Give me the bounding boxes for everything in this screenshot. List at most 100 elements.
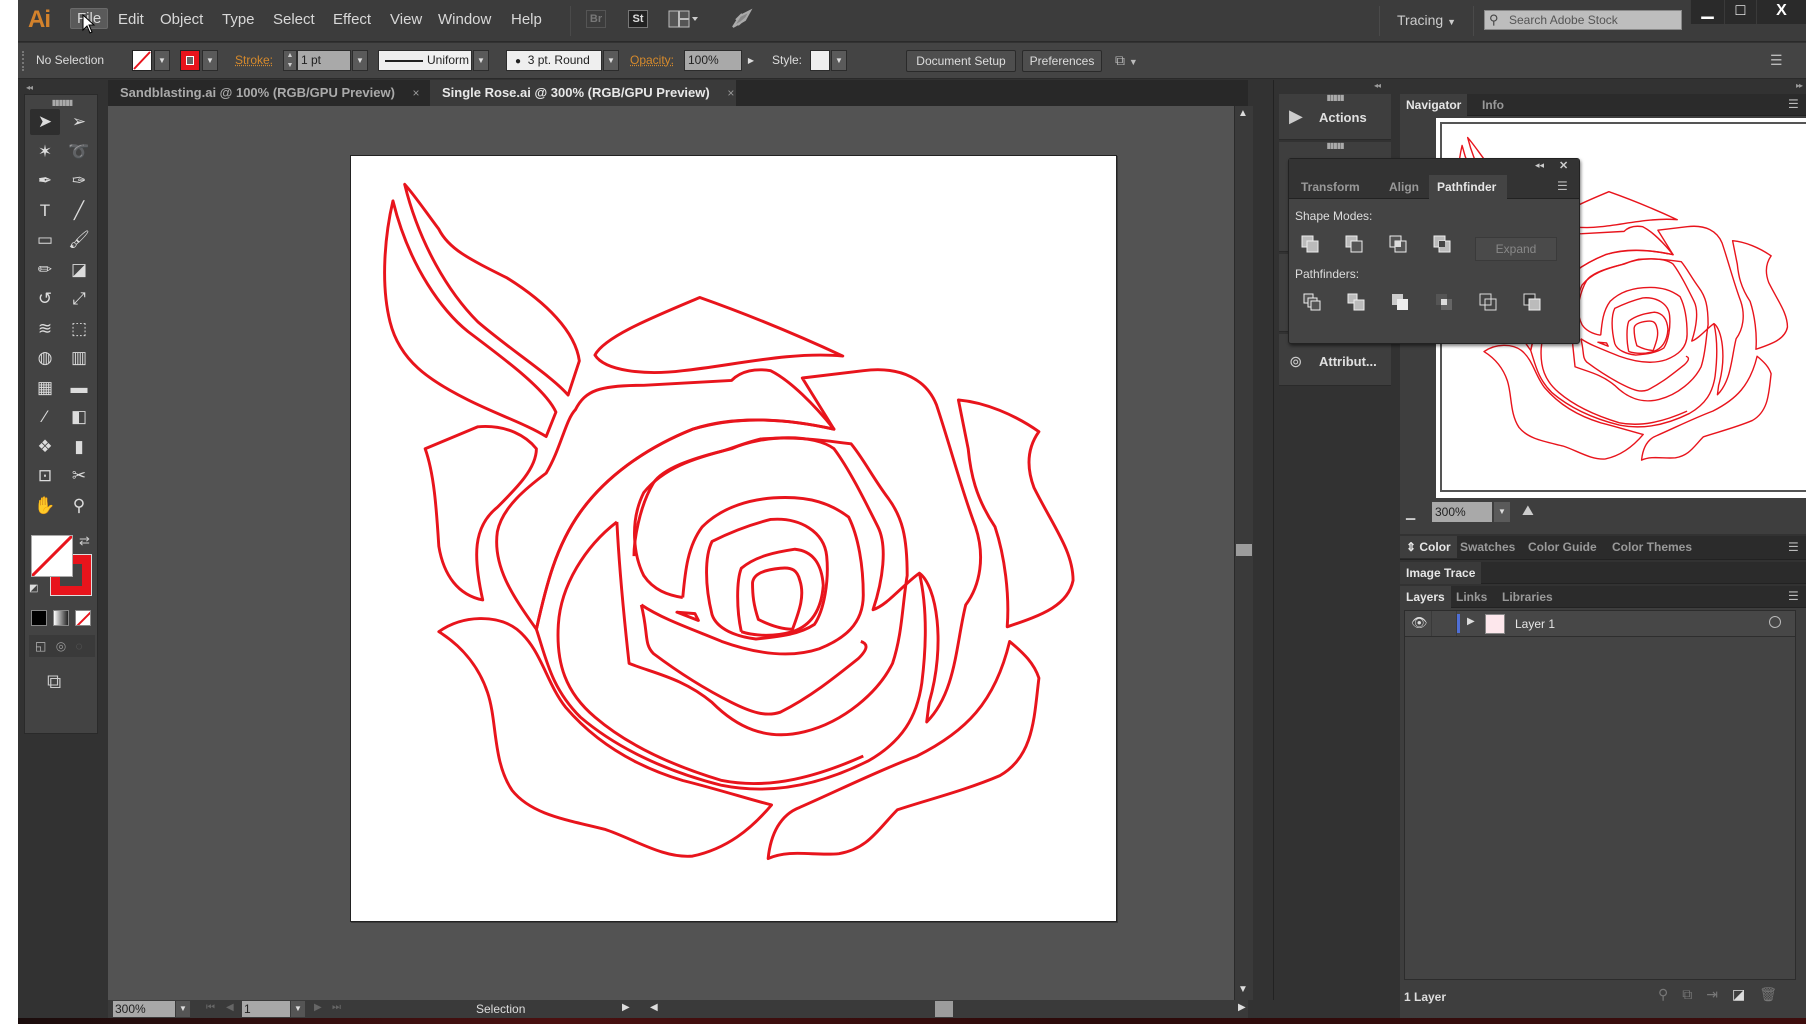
zoom-out-icon[interactable]: ▁ — [1406, 506, 1415, 520]
minus-front-button[interactable] — [1345, 235, 1363, 253]
vertical-scroll-thumb[interactable] — [1236, 544, 1252, 556]
gpu-performance-icon[interactable] — [730, 8, 754, 30]
target-circle-icon[interactable] — [1769, 616, 1781, 628]
panel-title-bar[interactable]: ◂◂ ✕ — [1289, 159, 1579, 175]
opacity-label[interactable]: Opacity: — [630, 53, 674, 67]
menu-edit[interactable]: Edit — [118, 11, 144, 28]
make-clipping-mask-icon[interactable]: ⧉ — [1682, 986, 1706, 1002]
menu-help[interactable]: Help — [511, 11, 542, 28]
expand-layer-icon[interactable]: ▶ — [1467, 616, 1475, 627]
menu-object[interactable]: Object — [160, 11, 203, 28]
first-artboard-icon[interactable]: ⏮ — [206, 1002, 215, 1013]
horizontal-scroll-thumb[interactable] — [935, 1001, 953, 1017]
free-transform-tool[interactable]: ⬚ — [64, 316, 94, 342]
previous-artboard-icon[interactable]: ◀ — [226, 1002, 234, 1013]
rose-artwork[interactable] — [351, 156, 1116, 921]
tab-navigator[interactable]: Navigator — [1400, 94, 1468, 116]
minus-back-button[interactable] — [1523, 293, 1541, 311]
shape-builder-tool[interactable]: ◍ — [30, 345, 60, 371]
scroll-up-arrow[interactable]: ▲ — [1238, 108, 1248, 119]
create-sublayer-icon[interactable]: ⇥ — [1706, 986, 1732, 1002]
stroke-weight-input[interactable]: 1 pt — [297, 50, 351, 71]
collapse-toolbar-icon[interactable]: ◂◂ — [26, 84, 33, 92]
artboard-tool[interactable]: ⊡ — [30, 463, 60, 489]
crop-button[interactable] — [1435, 293, 1453, 311]
close-window-button[interactable]: X — [1756, 0, 1806, 24]
scroll-down-arrow[interactable]: ▼ — [1238, 984, 1248, 995]
last-artboard-icon[interactable]: ⏭ — [332, 1002, 341, 1013]
scale-tool[interactable]: ⤢ — [64, 286, 94, 312]
none-button[interactable] — [75, 610, 91, 626]
layer-row[interactable]: 👁 ▶ Layer 1 — [1405, 611, 1795, 637]
tab-transform[interactable]: Transform — [1293, 175, 1368, 199]
perspective-grid-tool[interactable]: ▥ — [64, 345, 94, 371]
tab-pathfinder[interactable]: Pathfinder — [1429, 175, 1507, 199]
unite-button[interactable] — [1301, 235, 1319, 253]
visibility-eye-icon[interactable]: 👁 — [1411, 615, 1428, 631]
maximize-button[interactable]: □ — [1724, 0, 1756, 24]
symbol-sprayer-tool[interactable]: ❖ — [30, 434, 60, 460]
stroke-swatch[interactable] — [180, 50, 200, 71]
zoom-dropdown[interactable]: ▼ — [176, 1001, 190, 1017]
tab-swatches[interactable]: Swatches — [1454, 536, 1521, 558]
eyedropper-tool[interactable]: ⁄ — [30, 404, 60, 430]
brush-dropdown[interactable]: ▼ — [603, 50, 619, 71]
selection-tool[interactable]: ➤ — [30, 109, 60, 135]
tab-color[interactable]: ⇕ Color — [1400, 536, 1457, 558]
delete-layer-icon[interactable]: 🗑 — [1759, 986, 1791, 1002]
tab-layers[interactable]: Layers — [1400, 586, 1451, 608]
stroke-weight-stepper[interactable]: ▲ ▼ — [283, 50, 297, 71]
tab-libraries[interactable]: Libraries — [1496, 586, 1559, 608]
artboard-number-field[interactable]: 1 — [242, 1001, 290, 1017]
canvas[interactable] — [108, 106, 1248, 1000]
line-segment-tool[interactable]: ╱ — [64, 198, 94, 224]
collapse-dock-icon[interactable]: ◂◂ — [1374, 82, 1381, 90]
zoom-in-icon[interactable]: ⛰ — [1522, 502, 1534, 519]
exclude-button[interactable] — [1433, 235, 1451, 253]
column-graph-tool[interactable]: ▮ — [64, 434, 94, 460]
change-screen-mode-icon[interactable]: ⧉ — [47, 671, 61, 694]
panel-menu-icon[interactable]: ☰ — [1557, 179, 1568, 193]
dock-actions[interactable]: ▮▮▮▮▮ ▶ Actions — [1279, 94, 1391, 140]
tab-sandblasting[interactable]: Sandblasting.ai @ 100% (RGB/GPU Preview)… — [108, 80, 430, 106]
stock-icon[interactable]: St — [628, 10, 648, 28]
close-tab-icon[interactable]: × — [413, 86, 420, 100]
fill-indicator[interactable] — [30, 534, 74, 578]
search-stock-input[interactable]: ⚲ Search Adobe Stock — [1484, 10, 1682, 30]
layer-name[interactable]: Layer 1 — [1515, 617, 1555, 631]
arrange-documents-icon[interactable] — [668, 10, 700, 28]
workspace-switcher[interactable]: Tracing ▼ — [1397, 12, 1456, 28]
panel-menu-icon[interactable]: ☰ — [1788, 97, 1799, 111]
tab-align[interactable]: Align — [1381, 175, 1427, 199]
tab-color-guide[interactable]: Color Guide — [1522, 536, 1603, 558]
tab-links[interactable]: Links — [1450, 586, 1493, 608]
create-new-layer-icon[interactable]: ◪ — [1732, 986, 1759, 1002]
magic-wand-tool[interactable]: ✶ — [30, 139, 60, 165]
artboard[interactable] — [350, 155, 1117, 922]
gradient-tool[interactable]: ▬ — [64, 375, 94, 401]
artboard-dropdown[interactable]: ▼ — [291, 1001, 305, 1017]
collapse-panel-icon[interactable]: ◂◂ — [1535, 160, 1544, 171]
profile-dropdown[interactable]: ▼ — [473, 50, 489, 71]
stroke-weight-dropdown[interactable]: ▼ — [352, 50, 368, 71]
intersect-button[interactable] — [1389, 235, 1407, 253]
expand-dock-icon[interactable]: ▸▸ — [1796, 82, 1803, 90]
draw-inside-icon[interactable]: ◌ — [76, 639, 83, 653]
rectangle-tool[interactable]: ▭ — [30, 227, 60, 253]
draw-normal-icon[interactable]: ◱ — [35, 639, 46, 653]
next-artboard-icon[interactable]: ▶ — [314, 1002, 322, 1013]
menu-select[interactable]: Select — [273, 11, 315, 28]
curvature-tool[interactable]: ✑ — [64, 168, 94, 194]
pen-tool[interactable]: ✒ — [30, 168, 60, 194]
stroke-label[interactable]: Stroke: — [235, 53, 273, 67]
panel-menu-icon[interactable]: ☰ — [1788, 540, 1799, 554]
default-fill-stroke-icon[interactable]: ◩ — [29, 583, 38, 594]
variable-width-profile[interactable]: Uniform — [378, 50, 472, 71]
arrange-icon[interactable]: ⧉ ▼ — [1115, 52, 1138, 69]
blend-tool[interactable]: ◧ — [64, 404, 94, 430]
slice-tool[interactable]: ✂ — [64, 463, 94, 489]
locate-object-icon[interactable]: ⚲ — [1658, 986, 1682, 1002]
current-tool-status[interactable]: Selection — [476, 1002, 525, 1016]
status-menu-arrow[interactable]: ▶ — [622, 1002, 630, 1013]
bridge-icon[interactable]: Br — [586, 10, 606, 28]
